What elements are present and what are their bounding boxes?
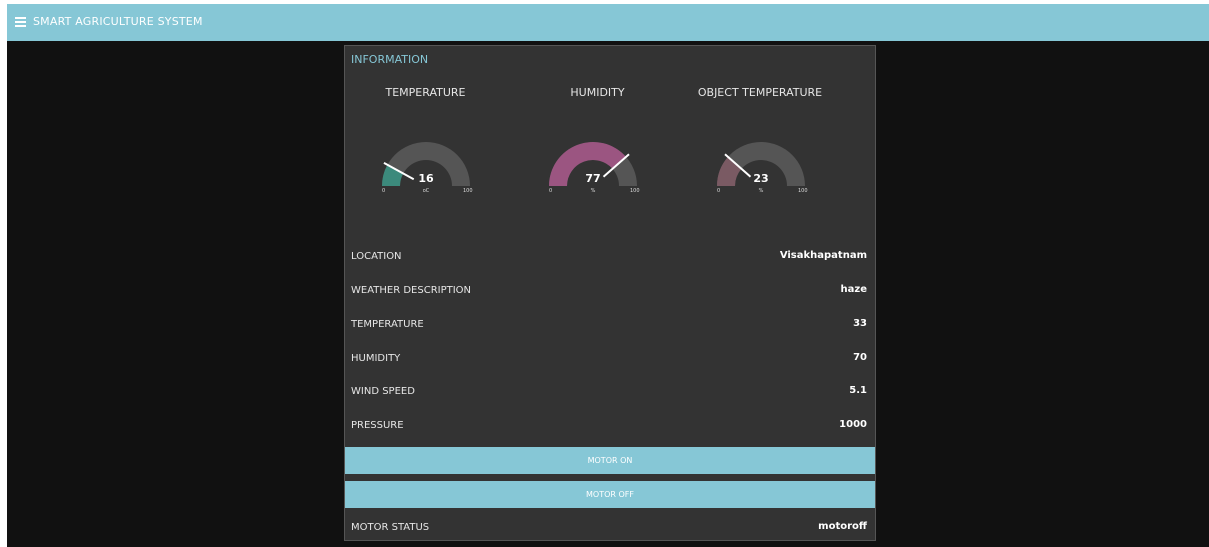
info-value: haze: [840, 284, 867, 295]
info-value: 33: [853, 318, 867, 329]
gauge-humidity: 77 % 0 100: [533, 130, 653, 210]
panel-title: INFORMATION: [351, 53, 429, 66]
motor-status-value: motoroff: [818, 521, 867, 532]
info-row-weather-description: WEATHER DESCRIPTION haze: [345, 274, 875, 308]
gauge-temperature: 16 oC 0 100: [366, 130, 486, 210]
info-label: WIND SPEED: [351, 386, 415, 397]
gauge-min: 0: [382, 188, 386, 194]
gauge-label-object-temperature: OBJECT TEMPERATURE: [697, 86, 823, 99]
hamburger-menu-icon[interactable]: [15, 14, 27, 28]
motor-off-button[interactable]: MOTOR OFF: [345, 481, 875, 508]
info-row-pressure: PRESSURE 1000: [345, 409, 875, 443]
gauge-max: 100: [463, 188, 473, 194]
gauge-value: 16: [418, 172, 434, 185]
motor-on-button[interactable]: MOTOR ON: [345, 447, 875, 474]
info-value: 1000: [839, 419, 867, 430]
info-label: HUMIDITY: [351, 353, 401, 364]
gauge-max: 100: [630, 188, 640, 194]
top-bar: SMART AGRICULTURE SYSTEM: [7, 4, 1209, 41]
gauge-label-humidity: HUMIDITY: [570, 86, 625, 99]
info-row-temperature: TEMPERATURE 33: [345, 308, 875, 342]
motor-status-label: MOTOR STATUS: [351, 522, 430, 533]
gauge-max: 100: [798, 188, 808, 194]
info-value: 5.1: [849, 385, 867, 396]
info-label: TEMPERATURE: [351, 319, 424, 330]
gauge-label-temperature: TEMPERATURE: [385, 86, 466, 99]
info-label: WEATHER DESCRIPTION: [351, 285, 472, 296]
info-value: 70: [853, 352, 867, 363]
info-row-wind-speed: WIND SPEED 5.1: [345, 375, 875, 409]
motor-status-row: MOTOR STATUS motoroff: [345, 511, 875, 545]
gauge-object-temperature: 23 % 0 100: [701, 130, 821, 210]
information-panel: INFORMATION TEMPERATURE HUMIDITY OBJECT …: [344, 45, 876, 541]
gauge-min: 0: [717, 188, 721, 194]
app-title: SMART AGRICULTURE SYSTEM: [33, 15, 203, 28]
gauge-min: 0: [549, 188, 553, 194]
gauge-value: 23: [753, 172, 769, 185]
info-row-humidity: HUMIDITY 70: [345, 342, 875, 376]
app-window: SMART AGRICULTURE SYSTEM INFORMATION TEM…: [7, 4, 1209, 547]
gauge-value: 77: [585, 172, 601, 185]
info-label: LOCATION: [351, 251, 402, 262]
info-value: Visakhapatnam: [779, 250, 867, 261]
info-row-location: LOCATION Visakhapatnam: [345, 240, 875, 274]
info-label: PRESSURE: [351, 420, 404, 431]
